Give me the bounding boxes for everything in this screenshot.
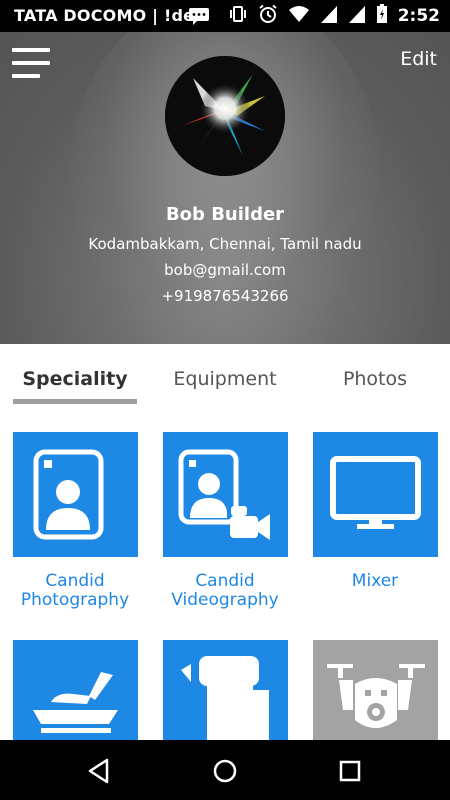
roll-up-banner-icon <box>181 656 269 740</box>
signal-icon <box>320 4 338 28</box>
clock: 2:52 <box>397 6 440 26</box>
alarm-icon <box>258 4 278 28</box>
portrait-video-icon <box>178 449 270 540</box>
edit-button[interactable]: Edit <box>400 48 437 70</box>
wifi-icon <box>288 4 310 28</box>
speciality-tile[interactable] <box>313 640 438 740</box>
profile-header: Edit Bob Builder Kodambakkam, Chennai, T… <box>0 32 450 344</box>
portrait-photo-icon <box>33 449 104 540</box>
message-icon <box>188 7 210 29</box>
drone-icon <box>327 664 425 728</box>
tab-speciality[interactable]: Speciality <box>13 368 137 390</box>
status-icons: 2:52 <box>228 4 440 28</box>
vibrate-icon <box>228 4 248 28</box>
speciality-tile[interactable] <box>13 640 138 740</box>
speciality-tile-candid-photography[interactable] <box>13 432 138 557</box>
home-icon[interactable] <box>210 756 240 786</box>
tab-photos[interactable]: Photos <box>313 368 437 390</box>
profile-phone: +919876543266 <box>161 287 289 305</box>
speciality-tile[interactable] <box>163 640 288 740</box>
battery-icon <box>376 4 388 28</box>
boat-icon <box>33 672 118 733</box>
navigation-bar <box>0 740 450 800</box>
active-tab-indicator <box>13 399 137 404</box>
speciality-label: Mixer <box>351 571 399 591</box>
status-bar: TATA DOCOMO | !dea 2:52 <box>0 0 450 32</box>
profile-address: Kodambakkam, Chennai, Tamil nadu <box>88 235 362 253</box>
signal-icon <box>348 4 366 28</box>
profile-name: Bob Builder <box>165 204 285 225</box>
monitor-icon <box>330 456 421 529</box>
hamburger-menu-icon[interactable] <box>12 48 50 78</box>
speciality-tile-candid-videography[interactable] <box>163 432 288 557</box>
avatar[interactable] <box>165 56 285 176</box>
profile-email: bob@gmail.com <box>164 261 286 279</box>
speciality-tile-mixer[interactable] <box>313 432 438 557</box>
tab-equipment[interactable]: Equipment <box>163 368 287 390</box>
carrier-name: TATA DOCOMO | !dea <box>14 6 206 25</box>
recents-icon[interactable] <box>335 756 365 786</box>
speciality-label: Candid Photography <box>20 571 130 610</box>
speciality-label: Candid Videography <box>171 571 279 610</box>
back-icon[interactable] <box>85 756 115 786</box>
